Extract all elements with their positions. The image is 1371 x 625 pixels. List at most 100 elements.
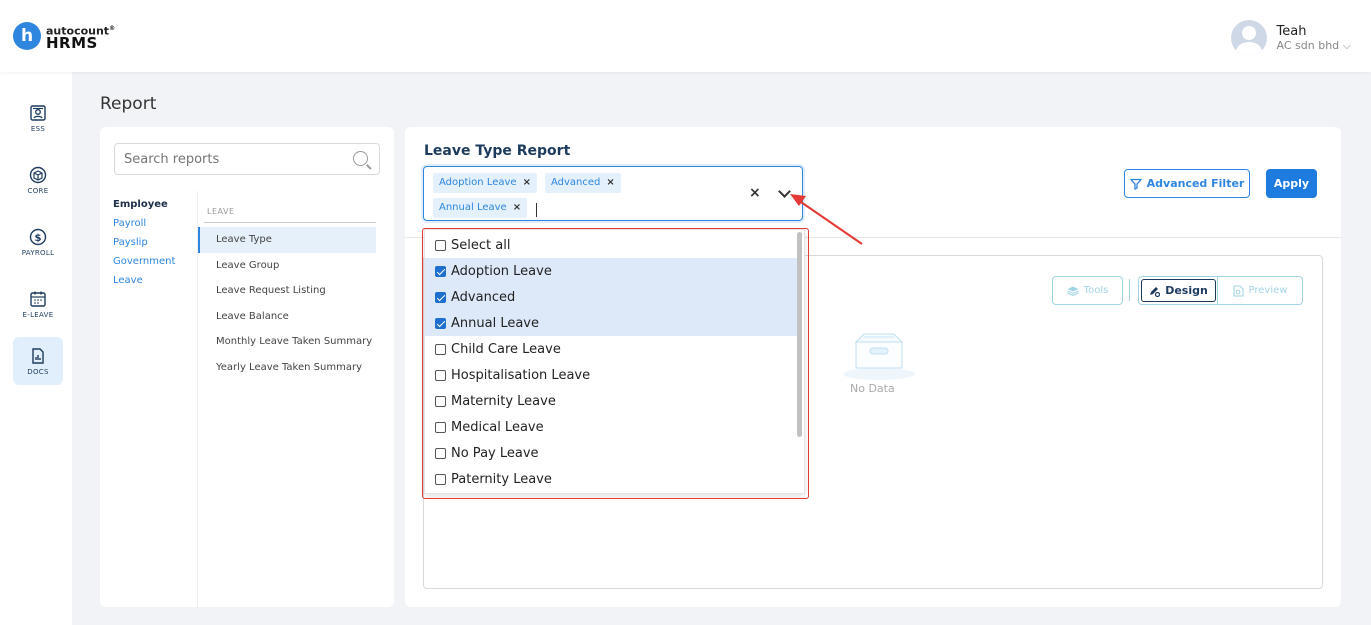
selected-tag: Advanced ×: [545, 173, 621, 193]
option-label: Hospitalisation Leave: [451, 367, 591, 383]
report-sub-list: Leave Type Leave Group Leave Request Lis…: [198, 227, 376, 380]
tools-label: Tools: [1083, 285, 1109, 296]
report-item-leave-request-listing[interactable]: Leave Request Listing: [198, 278, 376, 304]
nav-item-eleave[interactable]: E-LEAVE: [13, 280, 63, 328]
leave-type-multiselect[interactable]: Adoption Leave × Advanced × Annual Leave × …: [423, 166, 803, 221]
option-child-care-leave[interactable]: Child Care Leave: [425, 336, 799, 362]
advanced-filter-button[interactable]: Advanced Filter: [1124, 169, 1250, 198]
tag-remove-icon[interactable]: ×: [513, 202, 521, 213]
nav-label: ESS: [30, 124, 46, 133]
ess-icon: [30, 104, 46, 121]
advanced-filter-label: Advanced Filter: [1146, 177, 1245, 190]
top-bar: h autocount® HRMS Teah AC sdn bhd ⌵: [0, 0, 1371, 72]
report-item-leave-type[interactable]: Leave Type: [198, 227, 376, 253]
option-no-pay-leave[interactable]: No Pay Leave: [425, 440, 799, 466]
side-nav: ESS CORE $ PAYROLL E-LEAVE DOCS: [0, 72, 72, 625]
report-item-monthly-leave-taken-summary[interactable]: Monthly Leave Taken Summary: [198, 329, 376, 355]
checkbox[interactable]: [435, 369, 446, 381]
option-paternity-leave[interactable]: Paternity Leave: [425, 466, 799, 492]
leave-type-dropdown: Select all Adoption Leave Advanced Annua…: [424, 229, 805, 494]
logo-registered-mark: ®: [109, 24, 116, 32]
layers-icon: [1066, 286, 1079, 296]
divider: [204, 222, 376, 223]
preview-label: Preview: [1248, 285, 1288, 296]
option-label: Paternity Leave: [451, 471, 552, 487]
option-annual-leave[interactable]: Annual Leave: [425, 310, 799, 336]
view-mode-toggle: Design Preview: [1138, 276, 1303, 305]
checkbox[interactable]: [435, 421, 446, 433]
checkbox[interactable]: [435, 343, 446, 355]
option-label: Select all: [451, 237, 511, 253]
category-employee[interactable]: Employee: [113, 195, 175, 214]
option-label: Adoption Leave: [451, 263, 552, 279]
option-label: Medical Leave: [451, 419, 544, 435]
checkbox[interactable]: [435, 447, 446, 459]
preview-button[interactable]: Preview: [1218, 277, 1302, 304]
design-button[interactable]: Design: [1139, 277, 1218, 304]
nav-item-ess[interactable]: ESS: [13, 94, 63, 142]
nav-item-payroll[interactable]: $ PAYROLL: [13, 218, 63, 266]
tag-remove-icon[interactable]: ×: [606, 177, 614, 188]
divider: [1129, 279, 1130, 301]
checkbox[interactable]: [435, 473, 446, 485]
avatar: [1230, 20, 1267, 56]
docs-icon: [32, 347, 44, 364]
option-label: Advanced: [451, 289, 516, 305]
option-maternity-leave[interactable]: Maternity Leave: [425, 388, 799, 414]
option-advanced[interactable]: Advanced: [425, 284, 799, 310]
preview-icon: [1232, 284, 1244, 297]
checkbox[interactable]: [435, 239, 446, 251]
tag-remove-icon[interactable]: ×: [523, 177, 531, 188]
report-item-leave-balance[interactable]: Leave Balance: [198, 304, 376, 330]
no-data-text: No Data: [850, 382, 895, 395]
nav-label: PAYROLL: [21, 248, 55, 257]
option-hospitalisation-leave[interactable]: Hospitalisation Leave: [425, 362, 799, 388]
user-company: AC sdn bhd ⌵: [1276, 38, 1351, 52]
selected-tag: Adoption Leave ×: [433, 173, 537, 193]
chevron-down-icon[interactable]: [778, 185, 791, 198]
tools-button[interactable]: Tools: [1052, 276, 1123, 305]
checkbox[interactable]: [435, 317, 446, 329]
text-caret: [536, 203, 537, 217]
sub-section-header: LEAVE: [207, 207, 235, 216]
category-payslip[interactable]: Payslip: [113, 233, 175, 252]
report-item-leave-group[interactable]: Leave Group: [198, 253, 376, 279]
category-government[interactable]: Government: [113, 252, 175, 271]
search-icon[interactable]: [353, 151, 368, 166]
nav-label: E-LEAVE: [22, 310, 54, 319]
search-box[interactable]: [114, 143, 380, 175]
user-menu[interactable]: Teah AC sdn bhd ⌵: [1230, 20, 1351, 56]
checkbox[interactable]: [435, 395, 446, 407]
checkbox[interactable]: [435, 291, 446, 303]
selected-tag: Annual Leave ×: [433, 198, 528, 218]
tag-label: Annual Leave: [439, 202, 507, 213]
user-name: Teah: [1276, 23, 1307, 39]
page-title: Report: [100, 94, 157, 114]
checkbox[interactable]: [435, 265, 446, 277]
nav-item-docs[interactable]: DOCS: [13, 337, 63, 385]
report-item-yearly-leave-taken-summary[interactable]: Yearly Leave Taken Summary: [198, 355, 376, 381]
app-logo[interactable]: h autocount® HRMS: [13, 22, 116, 53]
core-icon: [29, 166, 47, 183]
option-adoption-leave[interactable]: Adoption Leave: [425, 258, 799, 284]
clear-icon[interactable]: ×: [749, 185, 761, 201]
payroll-icon: $: [29, 228, 47, 245]
nav-item-core[interactable]: CORE: [13, 156, 63, 204]
nav-label: CORE: [27, 186, 49, 195]
option-select-all[interactable]: Select all: [425, 232, 799, 258]
tag-label: Advanced: [551, 177, 601, 188]
option-label: No Pay Leave: [451, 445, 539, 461]
report-title: Leave Type Report: [424, 143, 571, 159]
tag-label: Adoption Leave: [439, 177, 517, 188]
category-leave[interactable]: Leave: [113, 271, 175, 290]
category-payroll[interactable]: Payroll: [113, 214, 175, 233]
search-input[interactable]: [115, 144, 335, 174]
option-medical-leave[interactable]: Medical Leave: [425, 414, 799, 440]
nav-label: DOCS: [27, 367, 49, 376]
apply-button[interactable]: Apply: [1266, 169, 1317, 198]
filter-icon: [1129, 178, 1142, 190]
category-list: Employee Payroll Payslip Government Leav…: [113, 195, 175, 290]
dropdown-scrollbar[interactable]: [797, 232, 802, 437]
option-label: Child Care Leave: [451, 341, 561, 357]
logo-bottom-text: HRMS: [46, 34, 98, 53]
